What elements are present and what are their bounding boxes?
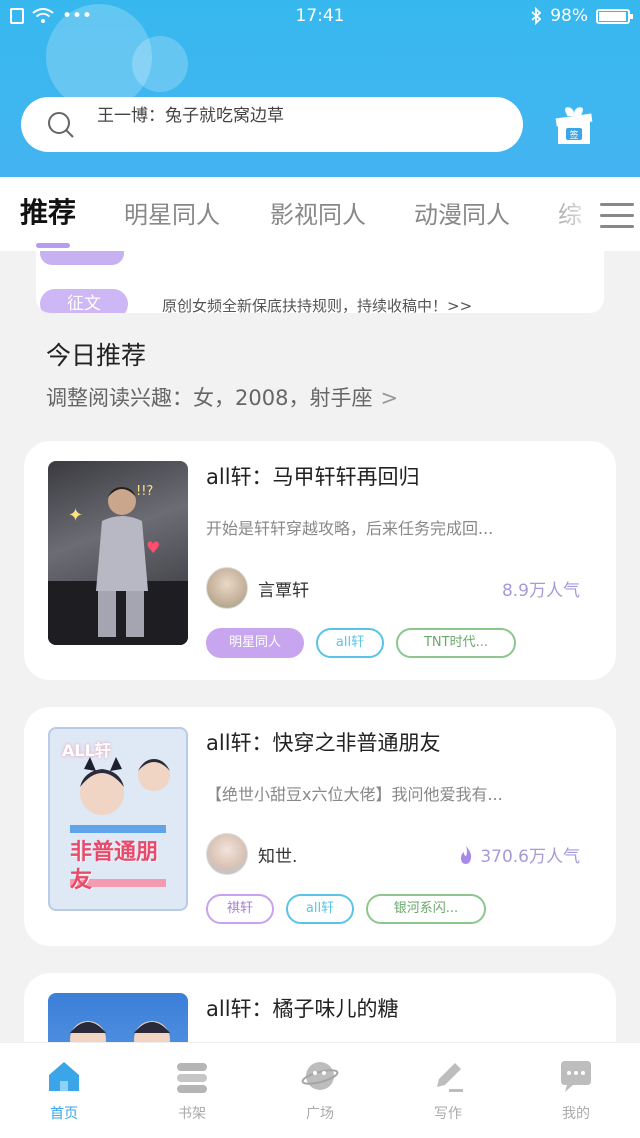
author-name: 言覃轩 <box>258 581 309 601</box>
section-subtitle: 调整阅读兴趣：女，2008，射手座 <box>46 386 373 410</box>
search-text: 王一博：兔子就吃窝边草 <box>97 106 284 126</box>
svg-text:✦: ✦ <box>68 505 83 526</box>
nav-profile[interactable]: 我的 <box>536 1057 616 1123</box>
menu-icon[interactable] <box>600 203 634 231</box>
home-icon <box>49 1062 79 1091</box>
tabs-fade <box>540 177 600 251</box>
bookshelf-icon <box>177 1063 207 1093</box>
cover-illustration <box>70 1021 170 1057</box>
cover-title: 非普通朋友 <box>70 840 159 893</box>
status-bar: ••• 17:41 98% <box>0 0 640 34</box>
tab-film-fanfic[interactable]: 影视同人 <box>270 195 366 230</box>
book-title: all轩：快穿之非普通朋友 <box>206 731 441 755</box>
tag-chip[interactable]: TNT时代... <box>396 628 516 658</box>
tag-chip[interactable]: all轩 <box>286 894 354 924</box>
book-description: 开始是轩轩穿越攻略，后来任务完成回... <box>206 519 494 538</box>
chevron-right-icon: > <box>380 386 399 410</box>
popularity-count: 370.6万人气 <box>458 842 580 867</box>
tab-anime-fanfic[interactable]: 动漫同人 <box>414 195 510 230</box>
planet-icon <box>301 1062 339 1090</box>
author-avatar <box>206 833 248 875</box>
tag-chip[interactable]: 明星同人 <box>206 628 304 658</box>
section-title: 今日推荐 <box>46 341 147 370</box>
nav-plaza-label: 广场 <box>306 1106 334 1122</box>
nav-home[interactable]: 首页 <box>24 1057 104 1123</box>
svg-text:!!?: !!? <box>136 484 153 499</box>
notice-tag: 征文 <box>40 289 128 313</box>
author-name: 知世. <box>258 847 298 867</box>
battery-percent: 98% <box>550 6 588 26</box>
book-card[interactable]: ✦ ♥ !!? all轩：马甲轩轩再回归 开始是轩轩穿越攻略，后来任务完成回..… <box>24 441 616 680</box>
nav-plaza[interactable]: 广场 <box>280 1057 360 1123</box>
header: ••• 17:41 98% 王一博：兔子就吃窝边草 签 <box>0 0 640 177</box>
pen-icon <box>437 1063 463 1092</box>
notice-message: 原创女频全新保底扶持规则，持续收稿中！>> <box>162 297 473 313</box>
tag-chip[interactable]: 祺轩 <box>206 894 274 924</box>
category-tabs: 推荐 明星同人 影视同人 动漫同人 综 <box>0 177 640 251</box>
author-avatar <box>206 567 248 609</box>
reading-interest-link[interactable]: 调整阅读兴趣：女，2008，射手座 > <box>46 382 398 412</box>
tag-chip[interactable]: all轩 <box>316 628 384 658</box>
cover-illustration: ✦ ♥ !!? <box>48 484 188 645</box>
search-icon <box>48 112 74 138</box>
nav-bookshelf-label: 书架 <box>178 1106 206 1122</box>
flame-icon <box>461 846 472 864</box>
tab-recommend[interactable]: 推荐 <box>20 191 76 231</box>
nav-profile-label: 我的 <box>562 1106 590 1122</box>
tab-celebrity-fanfic[interactable]: 明星同人 <box>124 195 220 230</box>
decor-bubble <box>132 36 188 92</box>
bluetooth-icon <box>531 7 542 25</box>
tab-indicator <box>36 243 70 248</box>
nav-home-label: 首页 <box>50 1106 78 1122</box>
notice-banner[interactable]: 征文 原创女频全新保底扶持规则，持续收稿中！>> <box>36 251 604 313</box>
book-card[interactable]: ALL轩 非普通朋友 all轩：快穿之非普通朋友 【绝世小甜豆x六位大佬】我问他… <box>24 707 616 946</box>
nav-bookshelf[interactable]: 书架 <box>152 1057 232 1123</box>
popularity-count: 8.9万人气 <box>501 581 580 601</box>
sign-in-gift-icon[interactable]: 签 <box>552 104 596 148</box>
nav-write[interactable]: 写作 <box>408 1057 488 1123</box>
tag-chip[interactable]: 银河系闪... <box>366 894 486 924</box>
search-input[interactable]: 王一博：兔子就吃窝边草 <box>21 97 523 152</box>
svg-text:♥: ♥ <box>146 538 160 557</box>
book-title: all轩：橘子味儿的糖 <box>206 997 399 1021</box>
book-title: all轩：马甲轩轩再回归 <box>206 465 420 489</box>
book-cover[interactable]: ALL轩 非普通朋友 <box>48 727 188 911</box>
bottom-nav: 首页 书架 广场 写作 我的 <box>0 1042 640 1138</box>
notice-tag-prev <box>40 251 124 265</box>
battery-icon <box>596 8 633 24</box>
book-description: 【绝世小甜豆x六位大佬】我问他爱我有... <box>206 785 503 804</box>
book-cover[interactable]: ✦ ♥ !!? <box>48 461 188 645</box>
svg-text:签: 签 <box>569 129 578 141</box>
chat-bubble-icon <box>561 1061 591 1092</box>
popularity-value: 370.6万人气 <box>480 847 580 867</box>
nav-write-label: 写作 <box>434 1106 462 1122</box>
